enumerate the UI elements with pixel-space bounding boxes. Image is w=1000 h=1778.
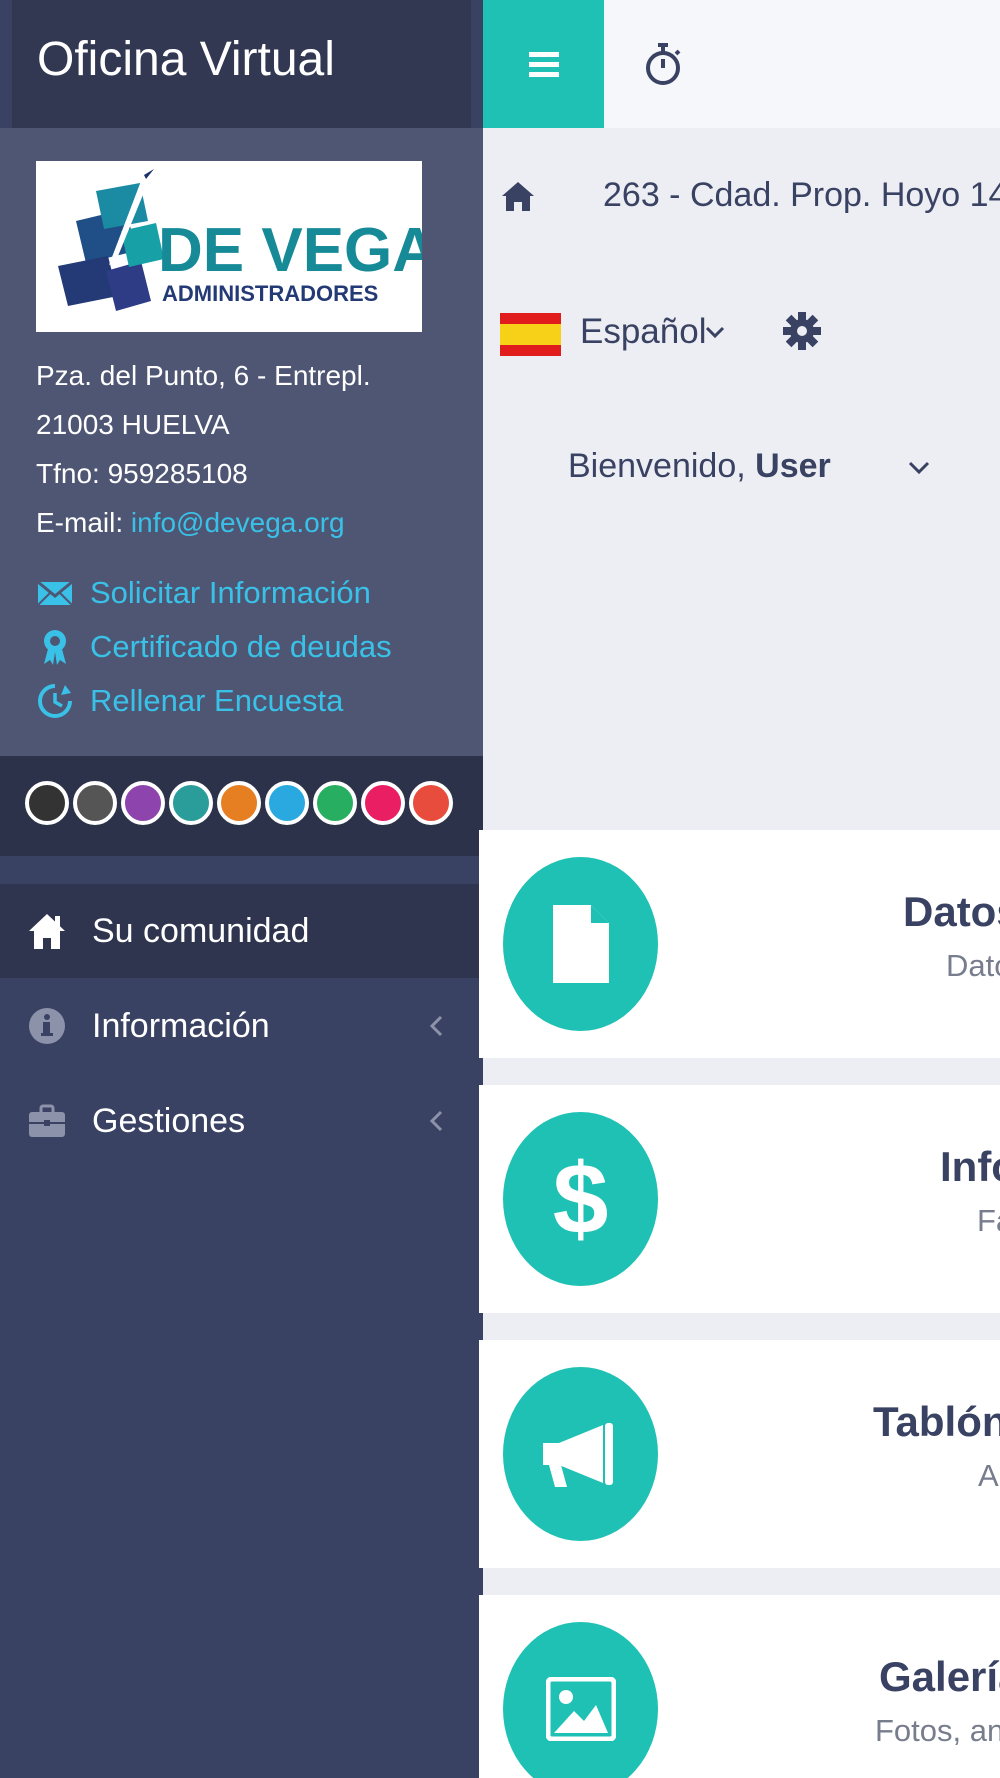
user-name: User	[755, 447, 831, 485]
info-icon	[26, 1005, 68, 1047]
quick-link-solicitar[interactable]: Solicitar Información	[36, 573, 371, 613]
home-icon	[26, 910, 68, 952]
nav-item-gestiones[interactable]: Gestiones	[0, 1074, 483, 1168]
email-row: E-mail: info@devega.org	[36, 507, 345, 539]
address-line2: 21003 HUELVA	[36, 409, 230, 440]
nav-item-su-comunidad[interactable]: Su comunidad	[0, 884, 483, 978]
language-selector[interactable]: Español	[580, 312, 706, 352]
breadcrumb-home-icon[interactable]	[500, 178, 536, 214]
address-line1: Pza. del Punto, 6 - Entrepl.	[36, 360, 371, 391]
briefcase-icon	[26, 1100, 68, 1142]
card-title: Tablón	[873, 1398, 1000, 1445]
quick-link-label: Rellenar Encuesta	[90, 683, 344, 718]
swatch-black[interactable]	[25, 781, 69, 825]
card-subtitle: A	[978, 1458, 999, 1493]
theme-swatches	[0, 756, 483, 856]
app-title: Oficina Virtual	[37, 33, 335, 86]
spain-flag-icon	[500, 313, 561, 356]
phone: Tfno: 959285108	[36, 458, 248, 489]
image-icon	[545, 1677, 616, 1741]
swatch-blue[interactable]	[265, 781, 309, 825]
email-label: E-mail:	[36, 507, 131, 538]
nav-item-label: Gestiones	[92, 1101, 246, 1140]
swatch-red[interactable]	[409, 781, 453, 825]
quick-link-label: Solicitar Información	[90, 575, 371, 610]
swatch-gray[interactable]	[73, 781, 117, 825]
company-logo: DE VEGA ADMINISTRADORES	[36, 161, 422, 332]
card-galeria[interactable]: Galería Fotos, an	[479, 1595, 1000, 1778]
email-link[interactable]: info@devega.org	[131, 507, 345, 538]
document-icon	[552, 905, 609, 983]
swatch-orange[interactable]	[217, 781, 261, 825]
welcome-greeting: Bienvenido,	[568, 447, 756, 485]
card-title: Galería	[879, 1653, 1000, 1700]
card-title: Info	[940, 1143, 1000, 1190]
chevron-left-icon	[429, 1015, 443, 1037]
top-bar	[483, 0, 1000, 128]
nav-item-informacion[interactable]: Información	[0, 979, 483, 1073]
menu-toggle-button[interactable]	[483, 0, 604, 128]
quick-link-label: Certificado de deudas	[90, 629, 392, 664]
logo-sub: ADMINISTRADORES	[162, 281, 378, 306]
swatch-purple[interactable]	[121, 781, 165, 825]
swatch-green[interactable]	[313, 781, 357, 825]
card-icon-circle: $	[503, 1112, 658, 1286]
megaphone-icon	[542, 1423, 613, 1487]
award-icon	[36, 629, 74, 665]
timer-button[interactable]	[633, 34, 693, 94]
envelope-icon	[36, 575, 74, 611]
sidebar-header: Oficina Virtual	[12, 0, 471, 128]
card-subtitle: Dato	[946, 948, 1000, 983]
card-subtitle: Fa	[977, 1203, 1000, 1238]
swatch-teal[interactable]	[169, 781, 213, 825]
card-icon-circle	[503, 1367, 658, 1541]
chevron-down-icon[interactable]	[705, 324, 725, 340]
stopwatch-icon	[646, 43, 681, 85]
quick-link-encuesta[interactable]: Rellenar Encuesta	[36, 681, 343, 721]
breadcrumb-community[interactable]: 263 - Cdad. Prop. Hoyo 14	[603, 176, 1000, 215]
nav-item-label: Su comunidad	[92, 911, 310, 950]
card-icon-circle	[503, 1622, 658, 1778]
quick-link-certificado[interactable]: Certificado de deudas	[36, 627, 392, 667]
card-info[interactable]: $ Info Fa	[479, 1085, 1000, 1313]
user-menu[interactable]: Bienvenido, User	[568, 447, 831, 486]
dollar-icon: $	[552, 1143, 609, 1255]
company-info-panel: DE VEGA ADMINISTRADORES Pza. del Punto, …	[0, 128, 483, 756]
survey-icon	[36, 683, 74, 719]
card-icon-circle	[503, 857, 658, 1031]
swatch-pink[interactable]	[361, 781, 405, 825]
hamburger-icon	[528, 52, 559, 77]
card-datos[interactable]: Datos Dato	[479, 830, 1000, 1058]
card-title: Datos	[903, 888, 1000, 935]
nav-item-label: Información	[92, 1006, 270, 1045]
chevron-left-icon	[429, 1110, 443, 1132]
card-tablon[interactable]: Tablón A	[479, 1340, 1000, 1568]
gear-icon[interactable]	[783, 312, 821, 350]
chevron-down-icon[interactable]	[908, 459, 930, 475]
sidebar: Oficina Virtual DE VEGA ADMINISTRADORES …	[0, 0, 483, 1778]
logo-name: DE VEGA	[158, 216, 422, 285]
card-subtitle: Fotos, an	[875, 1713, 1000, 1748]
